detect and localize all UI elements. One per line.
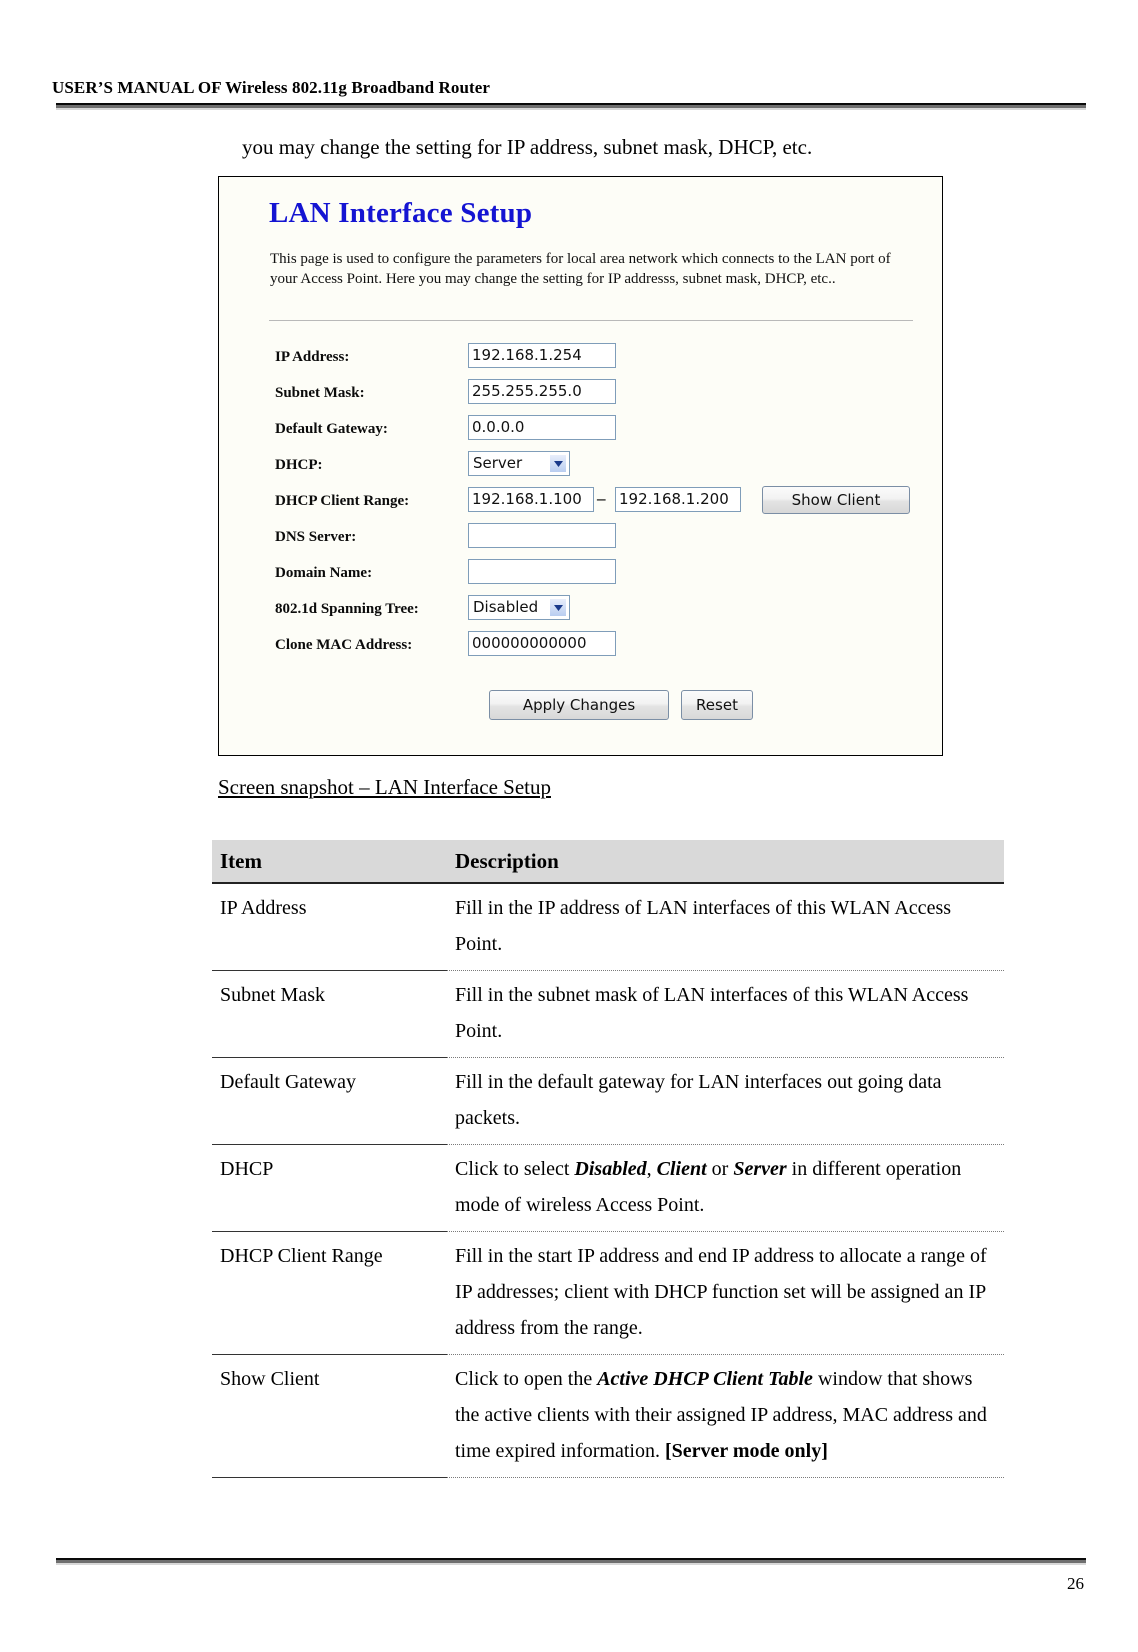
- subnet-mask-label: Subnet Mask:: [275, 385, 365, 401]
- domain-name-label: Domain Name:: [275, 565, 373, 581]
- ip-address-input[interactable]: 192.168.1.254: [468, 343, 616, 368]
- footer-divider-rule: [56, 1558, 1086, 1565]
- ip-address-label: IP Address:: [275, 349, 350, 365]
- default-gateway-input[interactable]: 0.0.0.0: [468, 415, 616, 440]
- table-cell-item: Default Gateway: [212, 1057, 447, 1145]
- figure-caption: Screen snapshot – LAN Interface Setup: [218, 775, 551, 799]
- description-text-run: Active DHCP Client Table: [597, 1368, 813, 1390]
- table-row: DHCP Client Range Fill in the start IP ad…: [212, 1231, 1004, 1355]
- intro-paragraph: you may change the setting for IP addres…: [242, 135, 813, 159]
- table-cell-item: IP Address: [212, 883, 447, 971]
- reset-button[interactable]: Reset: [681, 690, 753, 720]
- show-client-button[interactable]: Show Client: [762, 486, 910, 514]
- table-cell-description: Click to open the Active DHCP Client Tab…: [447, 1354, 1004, 1478]
- table-cell-item: Subnet Mask: [212, 970, 447, 1058]
- form-row-subnet-mask: Subnet Mask: 255.255.255.0: [219, 379, 942, 415]
- clone-mac-address-input[interactable]: 000000000000: [468, 631, 616, 656]
- form-row-domain-name: Domain Name:: [219, 559, 942, 595]
- apply-changes-button[interactable]: Apply Changes: [489, 690, 669, 720]
- description-text-run: Fill in the subnet mask of LAN interface…: [455, 984, 969, 1042]
- description-text-run: Fill in the start IP address and end IP …: [455, 1245, 987, 1339]
- dns-server-label: DNS Server:: [275, 529, 357, 545]
- domain-name-input[interactable]: [468, 559, 616, 584]
- form-row-spanning-tree: 802.1d Spanning Tree: Disabled: [219, 595, 942, 631]
- description-text-run: Client: [656, 1158, 707, 1180]
- dhcp-range-separator: –: [597, 489, 606, 508]
- table-cell-description: Fill in the start IP address and end IP …: [447, 1231, 1004, 1355]
- item-description-table: Item Description IP Address Fill in the I…: [212, 840, 1004, 1478]
- column-header-description: Description: [447, 840, 1004, 884]
- form-row-clone-mac-address: Clone MAC Address: 000000000000: [219, 631, 942, 667]
- table-cell-description: Fill in the default gateway for LAN inte…: [447, 1057, 1004, 1145]
- form-row-default-gateway: Default Gateway: 0.0.0.0: [219, 415, 942, 451]
- dhcp-range-end-input[interactable]: 192.168.1.200: [615, 487, 741, 512]
- dhcp-select-value: Server: [473, 454, 523, 472]
- dns-server-input[interactable]: [468, 523, 616, 548]
- clone-mac-address-label: Clone MAC Address:: [275, 637, 413, 653]
- description-text-run: Disabled: [574, 1158, 647, 1180]
- form-row-ip-address: IP Address: 192.168.1.254: [219, 343, 942, 379]
- dhcp-select[interactable]: Server: [468, 451, 570, 476]
- table-cell-item: DHCP: [212, 1144, 447, 1232]
- dhcp-range-start-input[interactable]: 192.168.1.100: [468, 487, 594, 512]
- description-text-run: Server: [733, 1158, 787, 1180]
- form-action-buttons: Apply Changes Reset: [219, 690, 942, 724]
- table-cell-description: Fill in the IP address of LAN interfaces…: [447, 883, 1004, 971]
- lan-interface-setup-page: LAN Interface Setup This page is used to…: [219, 177, 942, 755]
- page-description: This page is used to configure the param…: [270, 251, 891, 287]
- table-row: Show Client Click to open the Active DHCP…: [212, 1354, 1004, 1478]
- description-text-run: [Server mode only]: [664, 1440, 828, 1462]
- form-row-dhcp-client-range: DHCP Client Range: 192.168.1.100 – 192.1…: [219, 486, 942, 523]
- running-header-title: USER’S MANUAL OF Wireless 802.11g Broadb…: [52, 78, 491, 97]
- spanning-tree-label: 802.1d Spanning Tree:: [275, 601, 419, 617]
- table-header-row: Item Description: [212, 840, 1004, 884]
- page-title: LAN Interface Setup: [269, 197, 533, 229]
- spanning-tree-select-value: Disabled: [473, 598, 539, 616]
- description-text-run: or: [706, 1158, 734, 1180]
- page-number: 26: [1067, 1574, 1084, 1593]
- table-row: IP Address Fill in the IP address of LAN …: [212, 883, 1004, 971]
- table-cell-description: Fill in the subnet mask of LAN interface…: [447, 970, 1004, 1058]
- description-text-run: Click to open the: [455, 1368, 598, 1390]
- table-row: Default Gateway Fill in the default gatew…: [212, 1057, 1004, 1145]
- form-row-dns-server: DNS Server:: [219, 523, 942, 559]
- description-text-run: ,: [646, 1158, 657, 1180]
- table-cell-item: Show Client: [212, 1354, 447, 1478]
- header-divider-rule: [56, 103, 1086, 110]
- table-row: DHCP Click to select Disabled, Client or …: [212, 1144, 1004, 1232]
- description-text-run: Click to select: [455, 1158, 575, 1180]
- spanning-tree-select[interactable]: Disabled: [468, 595, 570, 620]
- column-header-item: Item: [212, 840, 447, 884]
- dhcp-client-range-label: DHCP Client Range:: [275, 493, 410, 509]
- description-text-run: Fill in the IP address of LAN interfaces…: [455, 897, 952, 955]
- subnet-mask-input[interactable]: 255.255.255.0: [468, 379, 616, 404]
- document-page: USER’S MANUAL OF Wireless 802.11g Broadb…: [0, 0, 1138, 1652]
- description-text-run: Fill in the default gateway for LAN inte…: [455, 1071, 942, 1129]
- router-screenshot-figure: LAN Interface Setup This page is used to…: [218, 176, 943, 756]
- table-body: IP Address Fill in the IP address of LAN …: [212, 883, 1004, 1478]
- table-cell-item: DHCP Client Range: [212, 1231, 447, 1355]
- section-divider: [269, 320, 913, 321]
- table-head: Item Description: [212, 840, 1004, 884]
- lan-settings-form: IP Address: 192.168.1.254 Subnet Mask: 2…: [219, 343, 942, 667]
- default-gateway-label: Default Gateway:: [275, 421, 388, 437]
- table-cell-description: Click to select Disabled, Client or Serv…: [447, 1144, 1004, 1232]
- chevron-down-icon[interactable]: [549, 598, 567, 617]
- table-row: Subnet Mask Fill in the subnet mask of LA…: [212, 970, 1004, 1058]
- form-row-dhcp: DHCP: Server: [219, 451, 942, 487]
- dhcp-label: DHCP:: [275, 457, 323, 473]
- chevron-down-icon[interactable]: [549, 454, 567, 473]
